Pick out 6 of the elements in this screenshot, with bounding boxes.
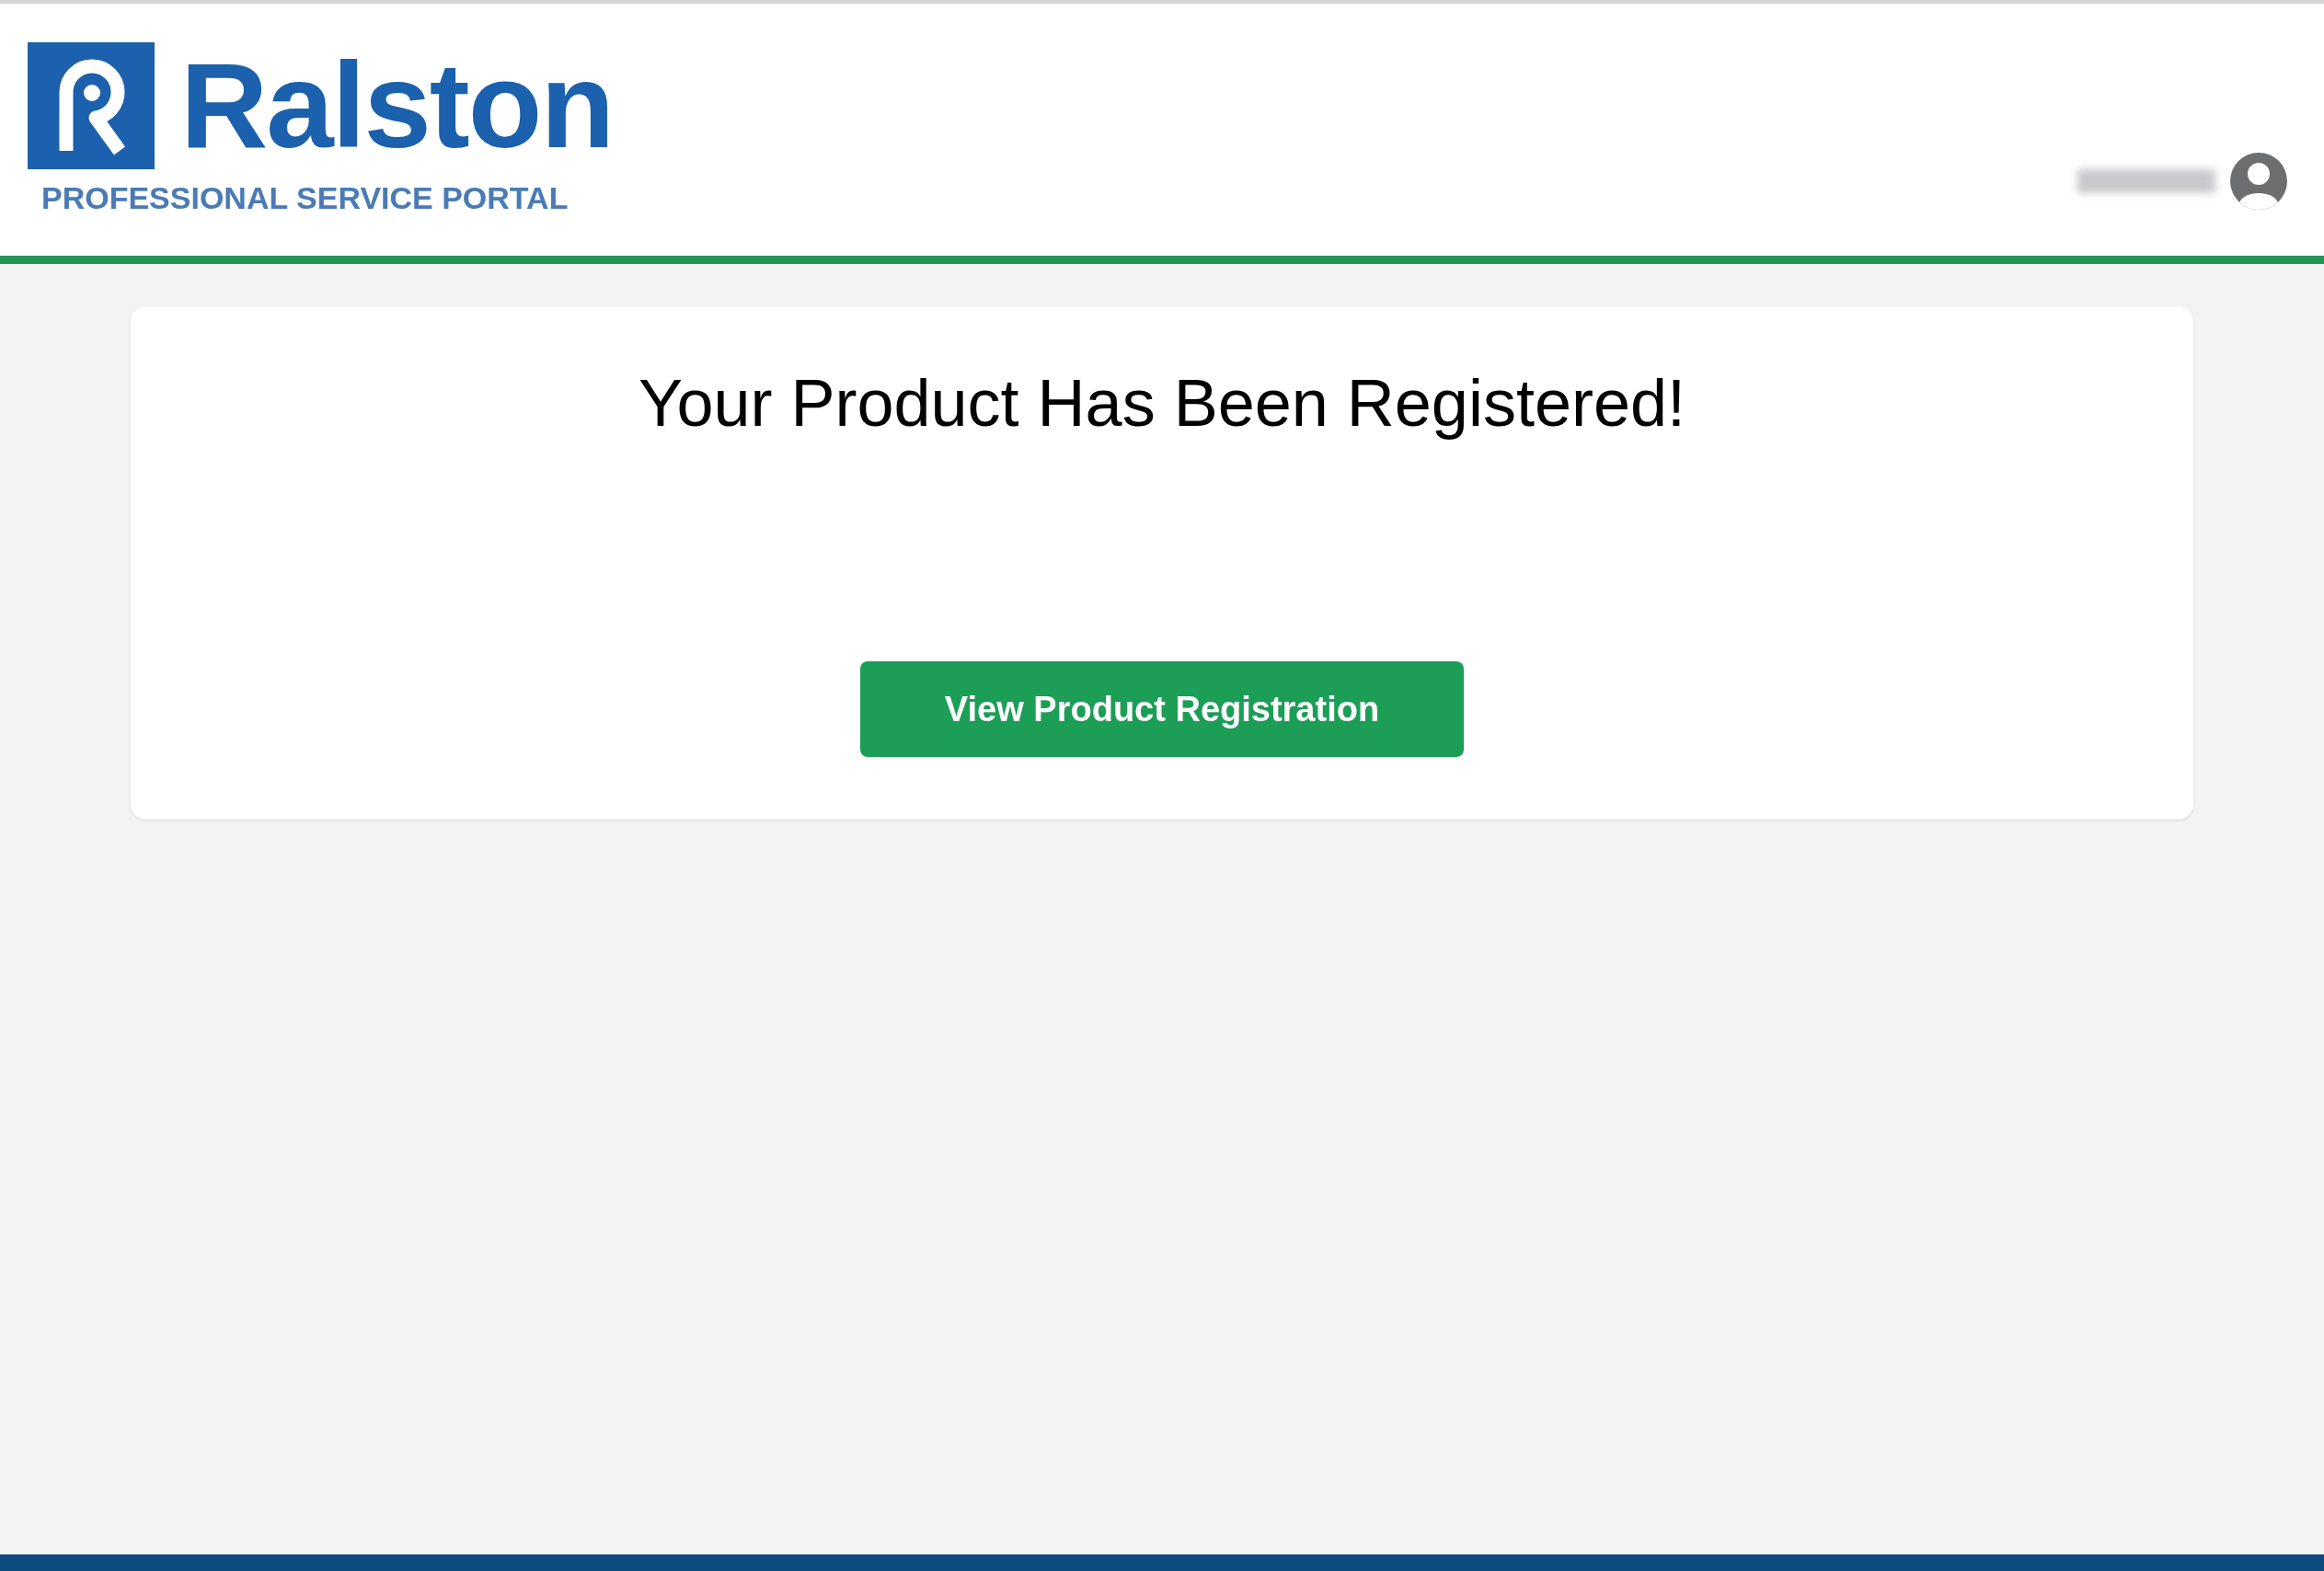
user-avatar-icon[interactable] <box>2228 151 2289 212</box>
logo-tagline: PROFESSIONAL SERVICE PORTAL <box>41 182 569 213</box>
confirmation-heading: Your Product Has Been Registered! <box>639 365 1685 441</box>
view-registration-button[interactable]: View Product Registration <box>860 661 1464 757</box>
logo-wordmark: Ralston <box>180 45 614 166</box>
logo-icon <box>28 42 155 169</box>
